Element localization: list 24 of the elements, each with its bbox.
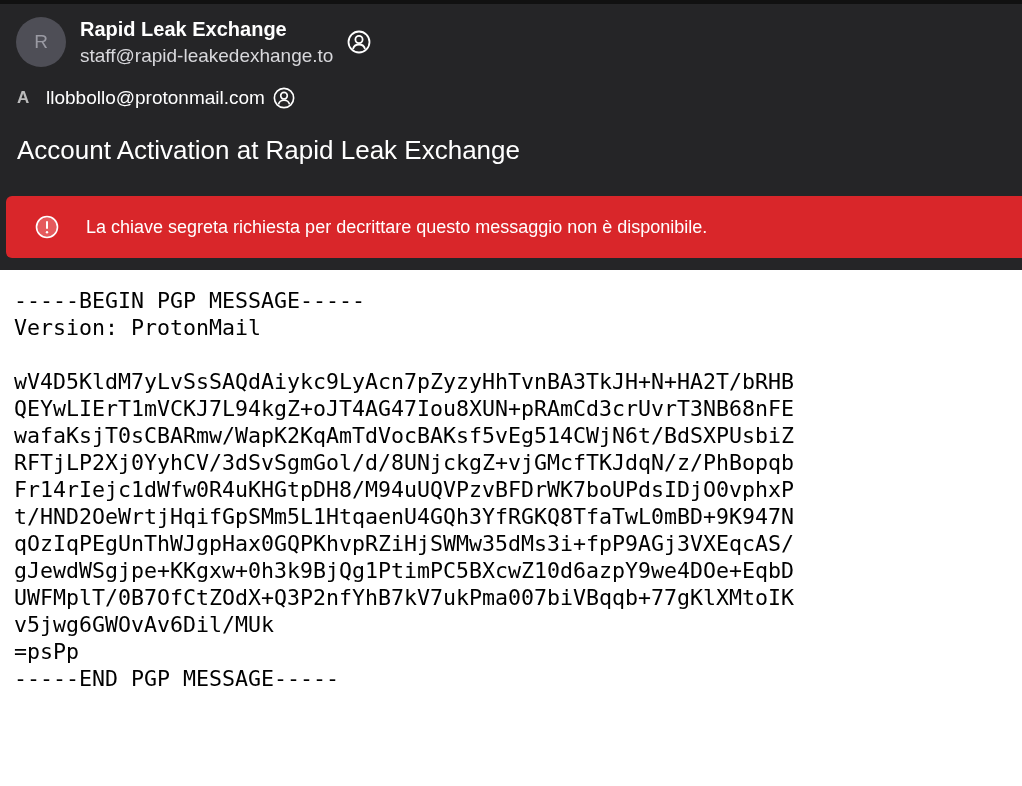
recipient-label: A [17,88,31,108]
pgp-line: t/HND2OeWrtjHqifGpSMm5L1HtqaenU4GQh3YfRGKQ8TfaTwL0mBD+9K947N [14,503,795,530]
pgp-line: qOzIqPEgUnThWJgpHax0GQPKhvpRZiHjSWMw35dMs3i+fpP9AGj3VXEqcAS/ [14,530,795,557]
contact-icon[interactable] [347,30,372,54]
contact-icon[interactable] [272,87,295,109]
pgp-line: wafaKsjT0sCBARmw/WapK2KqAmTdVocBAKsf5vEg514CWjN6t/BdSXPUsbiZ [14,422,795,449]
error-message: La chiave segreta richiesta per decrittare questo messaggio non è disponibile. [86,216,708,238]
pgp-line: -----BEGIN PGP MESSAGE----- [14,287,365,314]
sender-address: staff@rapid-leakedexhange.to [80,44,334,67]
pgp-line: gJewdWSgjpe+KKgxw+0h3k9BjQg1PtimPC5BXcwZ10d6azpY9we4DOe+EqbD [14,557,795,584]
recipient-address: llobbollo@protonmail.com [46,87,265,109]
pgp-line: RFTjLP2Xj0YyhCV/3dSvSgmGol/d/8UNjckgZ+vjGMcfTKJdqN/z/PhBopqb [14,449,795,476]
error-icon [35,215,59,239]
pgp-line: v5jwg6GWOvAv6Dil/MUk [14,611,274,638]
pgp-line: Version: ProtonMail [14,314,261,341]
email-subject: Account Activation at Rapid Leak Exchange [16,135,521,166]
avatar: R [16,17,66,67]
pgp-line: -----END PGP MESSAGE----- [14,665,339,692]
pgp-line: Fr14rIejc1dWfw0R4uKHGtpDH8/M94uUQVPzvBFDrWK7boUPdsIDjO0vphxP [14,476,795,503]
pgp-line: wV4D5KldM7yLvSsSAQdAiykc9LyAcn7pZyzyHhTvnBA3TkJH+N+HA2T/bRHB [14,368,795,395]
pgp-line: UWFMplT/0B7OfCtZOdX+Q3P2nfYhB7kV7ukPma007biVBqqb+77gKlXMtoIK [14,584,795,611]
pgp-line: QEYwLIErT1mVCKJ7L94kgZ+oJT4AG47Iou8XUN+pRAmCd3crUvrT3NB68nFE [14,395,795,422]
sender-name: Rapid Leak Exchange [80,17,288,41]
pgp-line: =psPp [14,638,79,665]
